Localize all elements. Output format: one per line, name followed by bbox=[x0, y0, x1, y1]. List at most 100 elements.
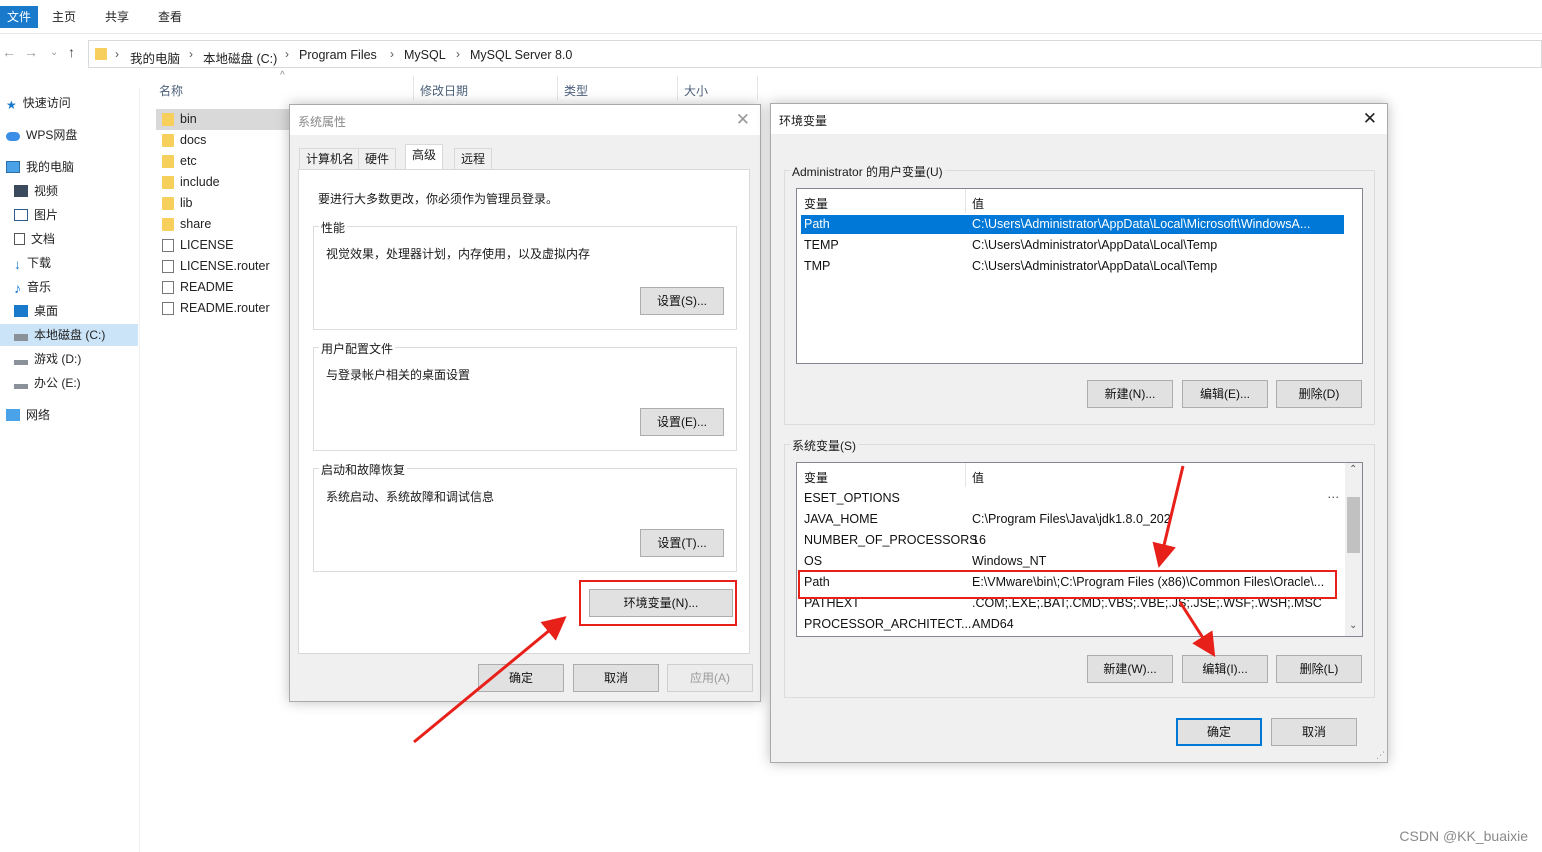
nav-pictures[interactable]: 图片 bbox=[14, 204, 58, 226]
column-variable[interactable]: 变量 bbox=[804, 195, 828, 212]
performance-settings-button[interactable]: 设置(S)... bbox=[640, 287, 724, 315]
env-cancel-button[interactable]: 取消 bbox=[1271, 718, 1357, 746]
file-row-readme[interactable]: README bbox=[156, 277, 290, 298]
video-icon bbox=[14, 185, 28, 197]
cloud-icon bbox=[6, 132, 20, 141]
user-var-row-path[interactable]: Path C:\Users\Administrator\AppData\Loca… bbox=[801, 215, 1344, 234]
startup-recovery-description: 系统启动、系统故障和调试信息 bbox=[326, 490, 495, 504]
close-icon[interactable]: ✕ bbox=[736, 110, 750, 130]
file-icon bbox=[162, 281, 174, 294]
tab-advanced[interactable]: 高级 bbox=[405, 144, 444, 170]
nav-music[interactable]: ♪ 音乐 bbox=[14, 276, 51, 298]
file-row-include[interactable]: include bbox=[156, 172, 290, 193]
tab-home[interactable]: 主页 bbox=[52, 6, 76, 28]
scrollbar[interactable]: ⌃ ⌄ bbox=[1345, 463, 1362, 636]
cancel-button[interactable]: 取消 bbox=[573, 664, 659, 692]
file-row-share[interactable]: share bbox=[156, 214, 290, 235]
user-delete-button[interactable]: 删除(D) bbox=[1276, 380, 1362, 408]
nav-wps-drive[interactable]: WPS网盘 bbox=[6, 124, 77, 146]
chevron-right-icon: › bbox=[390, 47, 394, 61]
scroll-up-icon[interactable]: ⌃ bbox=[1349, 464, 1357, 475]
file-row-etc[interactable]: etc bbox=[156, 151, 290, 172]
user-variables-list[interactable]: 变量 值 Path C:\Users\Administrator\AppData… bbox=[796, 188, 1363, 364]
scrollbar-thumb[interactable] bbox=[1347, 497, 1360, 553]
file-icon bbox=[162, 302, 174, 315]
user-profiles-settings-button[interactable]: 设置(E)... bbox=[640, 408, 724, 436]
system-edit-button[interactable]: 编辑(I)... bbox=[1182, 655, 1268, 683]
nav-desktop[interactable]: 桌面 bbox=[14, 300, 58, 322]
resize-grip-icon[interactable]: ⋰ bbox=[1376, 750, 1385, 761]
column-separator[interactable] bbox=[965, 463, 966, 487]
column-size[interactable]: 大小 bbox=[684, 82, 708, 99]
user-var-row-tmp[interactable]: TMP C:\Users\Administrator\AppData\Local… bbox=[801, 257, 1344, 276]
dialog-titlebar[interactable]: 环境变量 ✕ bbox=[771, 104, 1387, 134]
up-arrow-icon[interactable]: ↑ bbox=[68, 44, 75, 60]
dialog-titlebar[interactable]: 系统属性 ✕ bbox=[290, 105, 760, 135]
nav-network[interactable]: 网络 bbox=[6, 404, 50, 426]
user-var-row-temp[interactable]: TEMP C:\Users\Administrator\AppData\Loca… bbox=[801, 236, 1344, 255]
chevron-right-icon: › bbox=[456, 47, 460, 61]
startup-recovery-settings-button[interactable]: 设置(T)... bbox=[640, 529, 724, 557]
file-row-bin[interactable]: bin bbox=[156, 109, 290, 130]
nav-videos[interactable]: 视频 bbox=[14, 180, 58, 202]
column-type[interactable]: 类型 bbox=[564, 82, 588, 99]
tab-remote[interactable]: 远程 bbox=[454, 148, 493, 170]
column-separator[interactable] bbox=[557, 76, 558, 100]
admin-note: 要进行大多数更改，你必须作为管理员登录。 bbox=[318, 192, 559, 206]
scroll-down-icon[interactable]: ⌄ bbox=[1349, 620, 1357, 631]
nav-downloads[interactable]: ↓ 下载 bbox=[14, 252, 51, 274]
column-separator[interactable] bbox=[965, 189, 966, 213]
nav-this-pc[interactable]: 我的电脑 bbox=[6, 156, 74, 178]
column-separator[interactable] bbox=[413, 76, 414, 100]
breadcrumb-mysql[interactable]: MySQL bbox=[404, 48, 446, 62]
column-value[interactable]: 值 bbox=[972, 195, 984, 212]
performance-label: 性能 bbox=[319, 219, 348, 236]
breadcrumb-mysql-server[interactable]: MySQL Server 8.0 bbox=[470, 48, 572, 62]
nav-documents[interactable]: 文档 bbox=[14, 228, 55, 250]
download-arrow-icon: ↓ bbox=[14, 256, 21, 272]
back-arrow-icon[interactable]: ← bbox=[2, 44, 16, 60]
apply-button[interactable]: 应用(A) bbox=[667, 664, 753, 692]
tab-hardware[interactable]: 硬件 bbox=[358, 148, 397, 170]
column-value[interactable]: 值 bbox=[972, 469, 984, 486]
sort-ascending-icon: ^ bbox=[280, 70, 285, 81]
user-edit-button[interactable]: 编辑(E)... bbox=[1182, 380, 1268, 408]
nav-d-drive[interactable]: 游戏 (D:) bbox=[14, 348, 81, 370]
system-delete-button[interactable]: 删除(L) bbox=[1276, 655, 1362, 683]
address-bar[interactable]: › 我的电脑 › 本地磁盘 (C:) › Program Files › MyS… bbox=[88, 40, 1542, 68]
sys-var-row-os[interactable]: OS Windows_NT bbox=[801, 552, 1341, 571]
column-separator[interactable] bbox=[677, 76, 678, 100]
sys-var-row-number-of-processors[interactable]: NUMBER_OF_PROCESSORS 16 bbox=[801, 531, 1341, 550]
recent-chevron-icon[interactable]: ⌄ bbox=[50, 47, 58, 58]
system-variables-list[interactable]: 变量 值 ESET_OPTIONS … JAVA_HOME C:\Program… bbox=[796, 462, 1363, 637]
nav-c-drive[interactable]: 本地磁盘 (C:) bbox=[0, 324, 138, 346]
tab-file[interactable]: 文件 bbox=[0, 6, 38, 28]
system-new-button[interactable]: 新建(W)... bbox=[1087, 655, 1173, 683]
sys-var-row-eset-options[interactable]: ESET_OPTIONS … bbox=[801, 487, 1341, 508]
tab-computer-name[interactable]: 计算机名 bbox=[299, 148, 362, 170]
breadcrumb-program-files[interactable]: Program Files bbox=[299, 48, 377, 62]
user-new-button[interactable]: 新建(N)... bbox=[1087, 380, 1173, 408]
file-row-readme-router[interactable]: README.router bbox=[156, 298, 290, 319]
nav-quick-access[interactable]: ★ 快速访问 bbox=[6, 92, 71, 114]
column-separator[interactable] bbox=[757, 76, 758, 100]
column-name[interactable]: 名称 bbox=[159, 82, 183, 99]
dialog-title: 系统属性 bbox=[298, 115, 347, 129]
file-row-docs[interactable]: docs bbox=[156, 130, 290, 151]
column-modified[interactable]: 修改日期 bbox=[420, 82, 468, 99]
file-row-license-router[interactable]: LICENSE.router bbox=[156, 256, 290, 277]
forward-arrow-icon[interactable]: → bbox=[24, 44, 38, 60]
close-icon[interactable]: ✕ bbox=[1363, 109, 1377, 129]
env-ok-button[interactable]: 确定 bbox=[1176, 718, 1262, 746]
tab-share[interactable]: 共享 bbox=[105, 6, 129, 28]
tab-view[interactable]: 查看 bbox=[158, 6, 182, 28]
column-variable[interactable]: 变量 bbox=[804, 469, 828, 486]
breadcrumb-this-pc[interactable]: 我的电脑 bbox=[130, 48, 180, 67]
ok-button[interactable]: 确定 bbox=[478, 664, 564, 692]
file-row-license[interactable]: LICENSE bbox=[156, 235, 290, 256]
nav-e-drive[interactable]: 办公 (E:) bbox=[14, 372, 81, 394]
file-row-lib[interactable]: lib bbox=[156, 193, 290, 214]
breadcrumb-c-drive[interactable]: 本地磁盘 (C:) bbox=[203, 48, 277, 67]
sys-var-row-java-home[interactable]: JAVA_HOME C:\Program Files\Java\jdk1.8.0… bbox=[801, 510, 1341, 529]
sys-var-row-processor-architecture[interactable]: PROCESSOR_ARCHITECT... AMD64 bbox=[801, 615, 1341, 634]
